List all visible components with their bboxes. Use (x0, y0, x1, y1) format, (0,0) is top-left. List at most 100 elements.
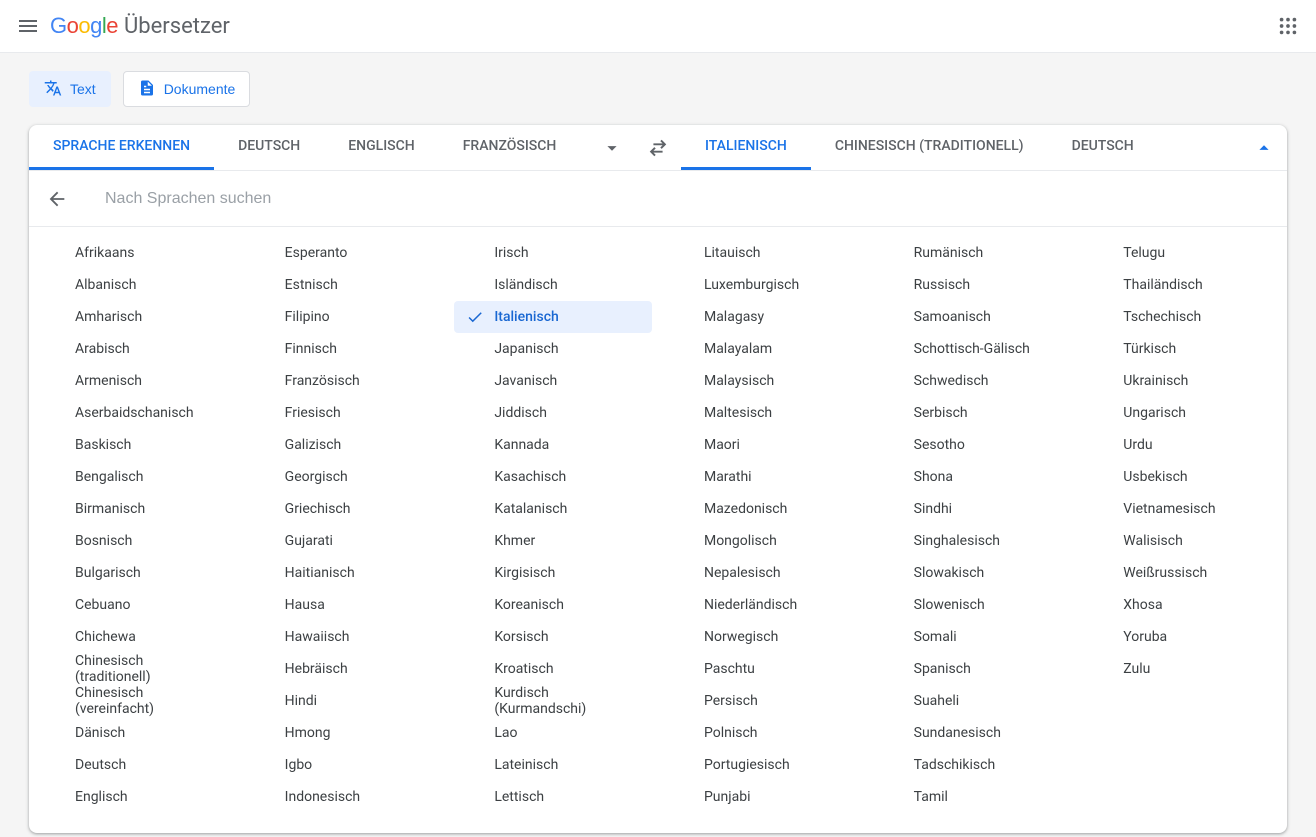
text-mode-button[interactable]: Text (29, 71, 111, 107)
language-option[interactable]: Finnisch (245, 333, 443, 365)
language-option[interactable]: Litauisch (664, 237, 862, 269)
source-lang-tab[interactable]: DEUTSCH (214, 125, 324, 170)
language-option[interactable]: Slowenisch (874, 589, 1072, 621)
language-option[interactable]: Walisisch (1083, 525, 1281, 557)
language-option[interactable]: Arabisch (35, 333, 233, 365)
language-option[interactable]: Schottisch-Gälisch (874, 333, 1072, 365)
target-lang-tab[interactable]: CHINESISCH (TRADITIONELL) (811, 125, 1048, 170)
language-option[interactable]: Hindi (245, 685, 443, 717)
language-option[interactable]: Portugiesisch (664, 749, 862, 781)
hamburger-menu-button[interactable] (8, 6, 48, 46)
language-option[interactable]: Koreanisch (454, 589, 652, 621)
google-translate-logo[interactable]: Google Übersetzer (50, 13, 230, 39)
source-lang-tab[interactable]: FRANZÖSISCH (439, 125, 581, 170)
language-option[interactable]: Griechisch (245, 493, 443, 525)
language-option[interactable]: Shona (874, 461, 1072, 493)
swap-languages-button[interactable] (635, 125, 681, 170)
language-option[interactable]: Mazedonisch (664, 493, 862, 525)
language-option[interactable]: Englisch (35, 781, 233, 813)
language-option[interactable]: Spanisch (874, 653, 1072, 685)
language-option[interactable]: Persisch (664, 685, 862, 717)
language-option[interactable]: Amharisch (35, 301, 233, 333)
language-option[interactable]: Marathi (664, 461, 862, 493)
target-lang-tab[interactable]: ITALIENISCH (681, 125, 811, 170)
language-option[interactable]: Chinesisch (traditionell) (35, 653, 233, 685)
language-option[interactable]: Georgisch (245, 461, 443, 493)
language-option[interactable]: Baskisch (35, 429, 233, 461)
language-option[interactable]: Afrikaans (35, 237, 233, 269)
source-lang-tab[interactable]: ENGLISCH (324, 125, 438, 170)
language-option[interactable]: Khmer (454, 525, 652, 557)
language-option[interactable]: Isländisch (454, 269, 652, 301)
language-option[interactable]: Suaheli (874, 685, 1072, 717)
language-option[interactable]: Nepalesisch (664, 557, 862, 589)
language-option[interactable]: Somali (874, 621, 1072, 653)
language-option[interactable]: Chichewa (35, 621, 233, 653)
language-option[interactable]: Mongolisch (664, 525, 862, 557)
language-option[interactable]: Javanisch (454, 365, 652, 397)
close-language-picker-button[interactable] (29, 171, 85, 227)
language-option[interactable]: Rumänisch (874, 237, 1072, 269)
language-option[interactable]: Hebräisch (245, 653, 443, 685)
language-option[interactable]: Zulu (1083, 653, 1281, 685)
language-option[interactable]: Deutsch (35, 749, 233, 781)
language-option[interactable]: Filipino (245, 301, 443, 333)
language-option[interactable]: Bosnisch (35, 525, 233, 557)
language-search-input[interactable] (85, 190, 1287, 208)
language-option[interactable]: Malayalam (664, 333, 862, 365)
language-option[interactable]: Italienisch (454, 301, 652, 333)
language-option[interactable]: Ungarisch (1083, 397, 1281, 429)
language-option[interactable]: Ukrainisch (1083, 365, 1281, 397)
language-option[interactable]: Igbo (245, 749, 443, 781)
language-option[interactable]: Estnisch (245, 269, 443, 301)
language-option[interactable]: Hmong (245, 717, 443, 749)
language-option[interactable]: Kirgisisch (454, 557, 652, 589)
language-option[interactable]: Malagasy (664, 301, 862, 333)
language-option[interactable]: Xhosa (1083, 589, 1281, 621)
language-option[interactable]: Birmanisch (35, 493, 233, 525)
language-option[interactable]: Bulgarisch (35, 557, 233, 589)
target-lang-tab[interactable]: DEUTSCH (1048, 125, 1158, 170)
language-option[interactable]: Albanisch (35, 269, 233, 301)
language-option[interactable]: Norwegisch (664, 621, 862, 653)
language-option[interactable]: Usbekisch (1083, 461, 1281, 493)
language-option[interactable]: Bengalisch (35, 461, 233, 493)
language-option[interactable]: Hausa (245, 589, 443, 621)
language-option[interactable]: Paschtu (664, 653, 862, 685)
language-option[interactable]: Lettisch (454, 781, 652, 813)
language-option[interactable]: Armenisch (35, 365, 233, 397)
language-option[interactable]: Lateinisch (454, 749, 652, 781)
language-option[interactable]: Indonesisch (245, 781, 443, 813)
source-lang-tab[interactable]: SPRACHE ERKENNEN (29, 125, 214, 170)
language-option[interactable]: Malaysisch (664, 365, 862, 397)
language-option[interactable]: Kannada (454, 429, 652, 461)
language-option[interactable]: Sindhi (874, 493, 1072, 525)
language-option[interactable]: Niederländisch (664, 589, 862, 621)
target-language-collapse-button[interactable] (1241, 125, 1287, 170)
language-option[interactable]: Slowakisch (874, 557, 1072, 589)
language-option[interactable]: Maltesisch (664, 397, 862, 429)
language-option[interactable]: Esperanto (245, 237, 443, 269)
language-option[interactable]: Galizisch (245, 429, 443, 461)
language-option[interactable]: Korsisch (454, 621, 652, 653)
language-option[interactable]: Sundanesisch (874, 717, 1072, 749)
language-option[interactable]: Telugu (1083, 237, 1281, 269)
language-option[interactable]: Serbisch (874, 397, 1072, 429)
language-option[interactable]: Weißrussisch (1083, 557, 1281, 589)
language-option[interactable]: Punjabi (664, 781, 862, 813)
language-option[interactable]: Tschechisch (1083, 301, 1281, 333)
language-option[interactable]: Haitianisch (245, 557, 443, 589)
language-option[interactable]: Gujarati (245, 525, 443, 557)
language-option[interactable]: Jiddisch (454, 397, 652, 429)
language-option[interactable]: Hawaiisch (245, 621, 443, 653)
language-option[interactable]: Cebuano (35, 589, 233, 621)
language-option[interactable]: Maori (664, 429, 862, 461)
language-option[interactable]: Französisch (245, 365, 443, 397)
language-option[interactable]: Irisch (454, 237, 652, 269)
language-option[interactable]: Japanisch (454, 333, 652, 365)
language-option[interactable]: Türkisch (1083, 333, 1281, 365)
language-option[interactable]: Sesotho (874, 429, 1072, 461)
language-option[interactable]: Dänisch (35, 717, 233, 749)
language-option[interactable]: Tamil (874, 781, 1072, 813)
language-option[interactable]: Thailändisch (1083, 269, 1281, 301)
